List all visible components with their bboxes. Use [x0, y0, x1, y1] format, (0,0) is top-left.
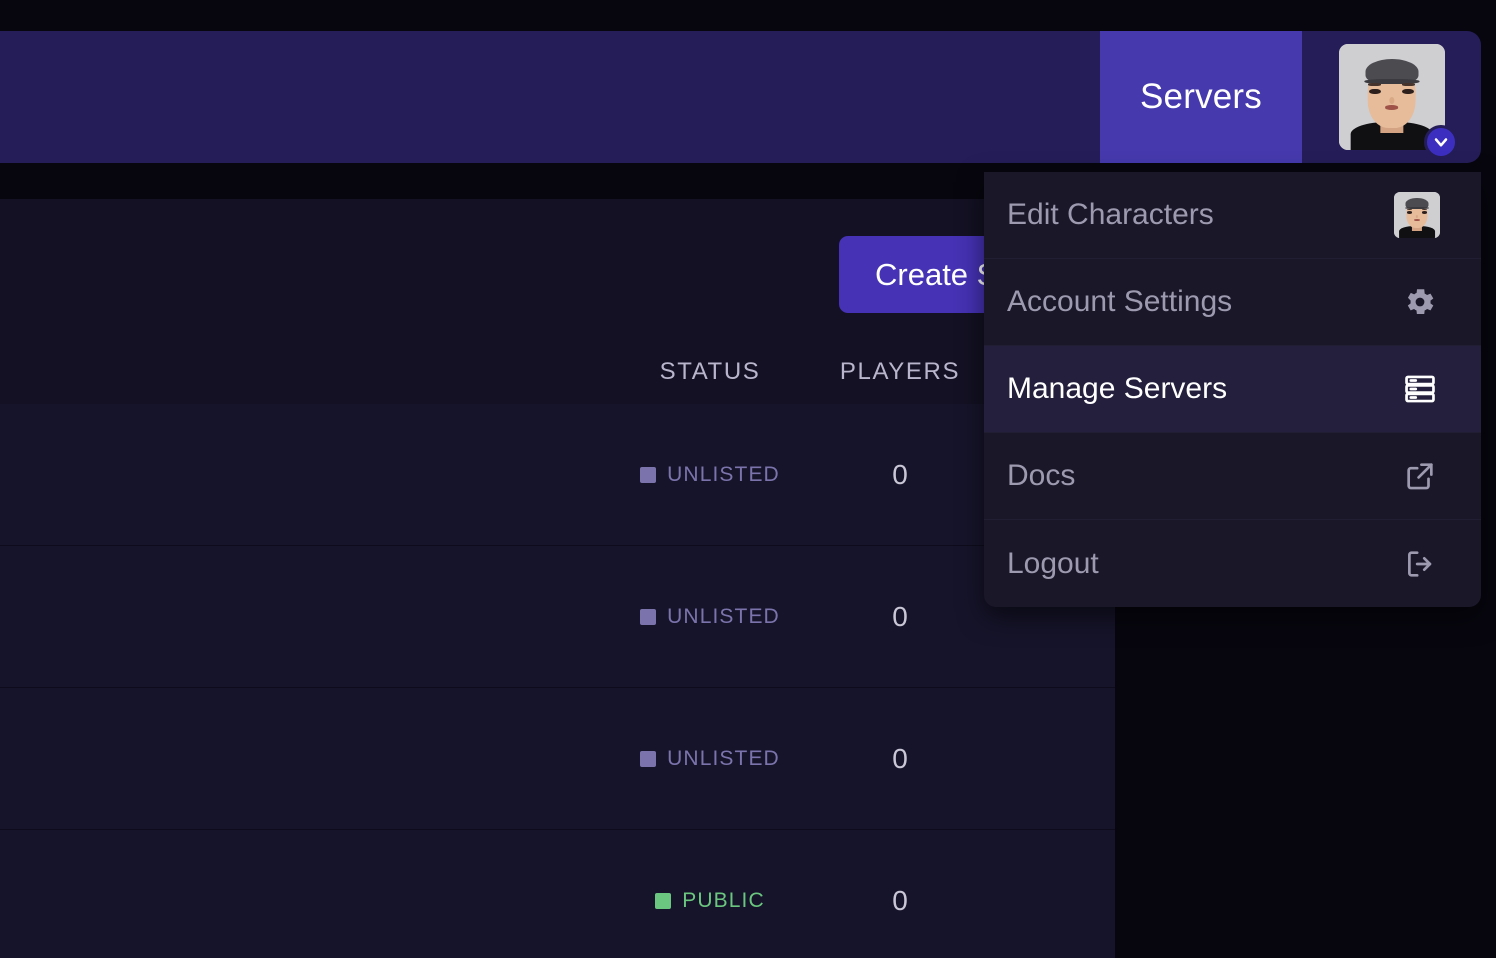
column-header-players: PLAYERS [839, 357, 961, 385]
avatar [1338, 44, 1458, 159]
server-players-cell: 0 [892, 884, 908, 916]
server-players-cell: 0 [892, 742, 908, 774]
menu-item-docs[interactable]: Docs [984, 433, 1481, 520]
menu-item-label: Account Settings [1007, 285, 1233, 318]
table-header-row: STATUS PLAYERS [0, 339, 1115, 404]
server-status-cell: PUBLIC [600, 889, 820, 913]
servers-table: STATUS PLAYERS UNLISTED 0 UNLISTED 0 UNLISTE… [0, 339, 1115, 958]
server-status-cell: UNLISTED [600, 605, 820, 629]
status-indicator-icon [655, 892, 672, 909]
menu-item-manage-servers[interactable]: Manage Servers [984, 346, 1481, 433]
status-label: PUBLIC [682, 888, 765, 912]
avatar-thumbnail-icon [1394, 192, 1440, 238]
menu-item-label: Logout [1007, 546, 1099, 580]
nav-tab-servers[interactable]: Servers [1100, 31, 1302, 163]
servers-content-panel: Create Server STATUS PLAYERS UNLISTED 0 UN… [0, 199, 1115, 958]
table-row[interactable]: PUBLIC 0 [0, 830, 1115, 958]
column-header-status: STATUS [659, 357, 761, 385]
table-row[interactable]: UNLISTED 0 [0, 404, 1115, 546]
menu-item-edit-characters[interactable]: Edit Characters [984, 172, 1481, 259]
account-dropdown-menu: Edit Characters Account Settings Manage Se… [984, 172, 1481, 607]
chevron-down-icon[interactable] [1423, 125, 1458, 159]
table-row[interactable]: UNLISTED 0 [0, 688, 1115, 830]
table-row[interactable]: UNLISTED 0 [0, 546, 1115, 688]
menu-item-label: Manage Servers [1007, 372, 1228, 405]
status-label: UNLISTED [667, 604, 780, 628]
server-status-cell: UNLISTED [600, 747, 820, 771]
account-menu-toggle[interactable] [1302, 31, 1481, 163]
status-label: UNLISTED [667, 746, 780, 770]
menu-item-label: Docs [1007, 459, 1076, 492]
menu-item-label: Edit Characters [1007, 198, 1214, 231]
status-label: UNLISTED [667, 462, 780, 486]
top-navigation-bar: Servers [0, 31, 1481, 163]
gear-icon [1400, 282, 1440, 322]
logout-icon [1400, 544, 1440, 584]
table-body: UNLISTED 0 UNLISTED 0 UNLISTED 0 PUBLIC 0 [0, 404, 1115, 958]
menu-item-logout[interactable]: Logout [984, 520, 1481, 607]
menu-item-account-settings[interactable]: Account Settings [984, 259, 1481, 346]
server-players-cell: 0 [892, 600, 908, 632]
status-indicator-icon [640, 466, 657, 483]
status-indicator-icon [640, 608, 657, 625]
external-link-icon [1400, 456, 1440, 496]
server-stack-icon [1400, 369, 1440, 409]
status-indicator-icon [640, 750, 657, 767]
server-players-cell: 0 [892, 458, 908, 490]
server-status-cell: UNLISTED [600, 463, 820, 487]
nav-tab-servers-label: Servers [1140, 77, 1262, 116]
app-root: Servers Create Server STATUS PLAYERS UNL… [0, 0, 1496, 958]
servers-toolbar: Create Server [0, 199, 1115, 339]
